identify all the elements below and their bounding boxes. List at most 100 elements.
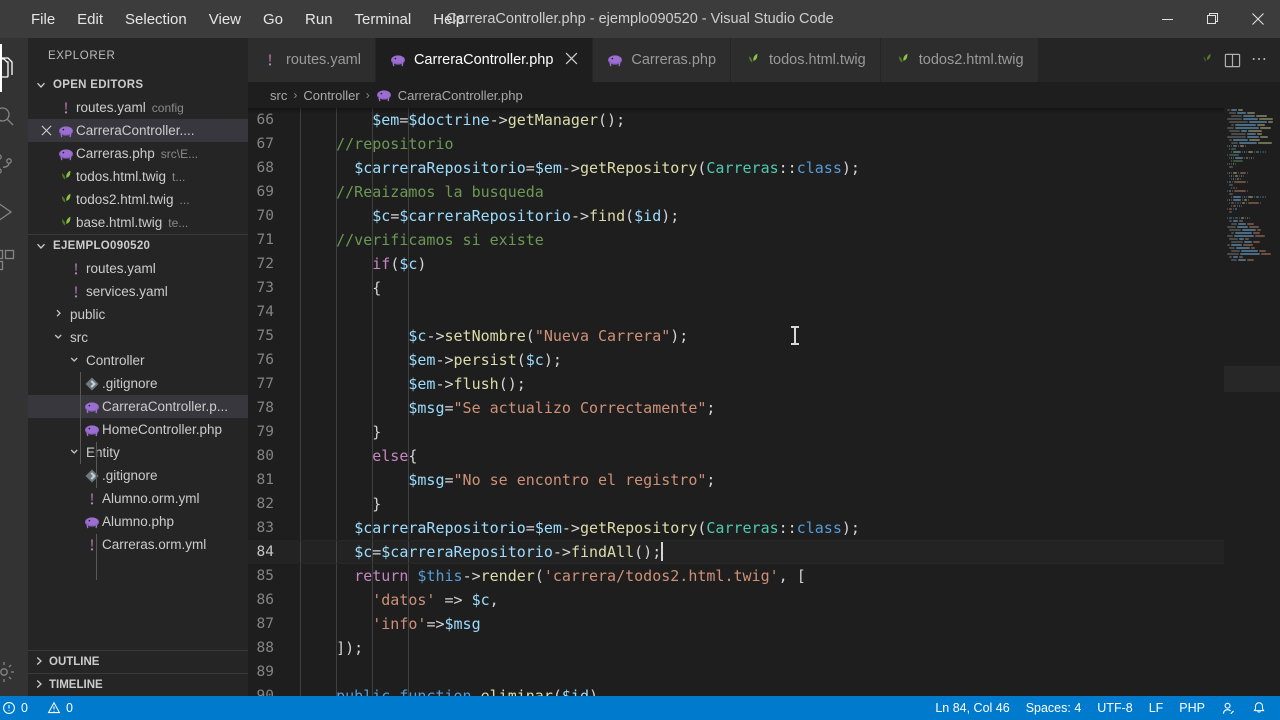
open-editor-item[interactable]: routes.yaml config xyxy=(28,96,248,119)
code-line[interactable]: 88 ]); xyxy=(248,636,1224,660)
split-editor-icon[interactable] xyxy=(1224,52,1241,69)
indentation[interactable]: Spaces: 4 xyxy=(1018,696,1090,720)
editor-tab[interactable]: Carreras.php xyxy=(593,38,732,82)
code-line[interactable]: 75 $c->setNombre("Nueva Carrera"); xyxy=(248,324,1224,348)
code-line[interactable]: 81 $msg="No se encontro el registro"; xyxy=(248,468,1224,492)
code-line[interactable]: 77 $em->flush(); xyxy=(248,372,1224,396)
editor-tab[interactable]: todos2.html.twig xyxy=(880,38,1039,82)
code-line[interactable]: 87 'info'=>$msg xyxy=(248,612,1224,636)
menu-item-view[interactable]: View xyxy=(198,7,252,32)
code-line[interactable]: 85 return $this->render('carrera/todos2.… xyxy=(248,564,1224,588)
tree-file[interactable]: services.yaml xyxy=(28,280,248,303)
open-editor-item[interactable]: Carreras.php src\E... xyxy=(28,142,248,165)
code-line[interactable]: 67 //repositorio xyxy=(248,132,1224,156)
eol[interactable]: LF xyxy=(1141,696,1172,720)
close-icon[interactable] xyxy=(1235,0,1280,38)
tree-file[interactable]: routes.yaml xyxy=(28,257,248,280)
code-line[interactable]: 79 } xyxy=(248,420,1224,444)
tree-folder[interactable]: Entity xyxy=(28,441,248,464)
problems-errors[interactable]: 0 xyxy=(0,696,36,720)
minimap[interactable] xyxy=(1224,108,1280,696)
run-and-debug-icon[interactable] xyxy=(0,188,28,236)
menu-item-terminal[interactable]: Terminal xyxy=(344,7,423,32)
open-editor-item[interactable]: CarreraController.... xyxy=(28,119,248,142)
breadcrumb-item[interactable]: Controller xyxy=(303,88,359,103)
open-editor-item[interactable]: todos2.html.twig... xyxy=(28,188,248,211)
open-editor-item[interactable]: base.html.twig te... xyxy=(28,211,248,234)
minimize-icon[interactable] xyxy=(1145,0,1190,38)
menu-item-file[interactable]: File xyxy=(20,7,66,32)
tree-file[interactable]: CarreraController.p... xyxy=(28,395,248,418)
tree-file[interactable]: Alumno.orm.yml xyxy=(28,487,248,510)
line-number: 86 xyxy=(256,592,274,608)
tree-item-label: Alumno.orm.yml xyxy=(102,491,200,506)
code-token: flush xyxy=(453,375,499,393)
search-icon[interactable] xyxy=(0,92,28,140)
code-line[interactable]: 70 $c=$carreraRepositorio->find($id); xyxy=(248,204,1224,228)
code-line[interactable]: 74 xyxy=(248,300,1224,324)
minimap-slider[interactable] xyxy=(1224,366,1280,392)
timeline-section[interactable]: TIMELINE xyxy=(28,673,248,696)
code-line[interactable]: 72 if($c) xyxy=(248,252,1224,276)
menu-item-go[interactable]: Go xyxy=(252,7,294,32)
language-mode[interactable]: PHP xyxy=(1171,696,1213,720)
source-control-icon[interactable] xyxy=(0,140,28,188)
tree-item-label: Controller xyxy=(86,353,145,368)
code-line[interactable]: 71 //verificamos si existe xyxy=(248,228,1224,252)
code-line[interactable]: 89 xyxy=(248,660,1224,684)
code-line[interactable]: 73 { xyxy=(248,276,1224,300)
menu-item-selection[interactable]: Selection xyxy=(114,7,198,32)
more-actions-icon[interactable]: ⋯ xyxy=(1251,52,1268,68)
code-line[interactable]: 84 $c=$carreraRepositorio->findAll(); xyxy=(248,540,1224,564)
explorer-icon[interactable] xyxy=(0,44,28,92)
tree-file[interactable]: Alumno.php xyxy=(28,510,248,533)
notifications-bell-icon[interactable] xyxy=(1244,696,1274,720)
project-header[interactable]: EJEMPLO090520 xyxy=(28,234,248,257)
menu-item-run[interactable]: Run xyxy=(294,7,344,32)
close-icon[interactable] xyxy=(36,125,56,136)
code-line[interactable]: 66 $em=$doctrine->getManager(); xyxy=(248,108,1224,132)
code-line[interactable]: 69 //Reaizamos la busqueda xyxy=(248,180,1224,204)
code-editor[interactable]: 66 $em=$doctrine->getManager(); 67 //repo… xyxy=(248,108,1224,696)
editor-tab[interactable]: todos.html.twig xyxy=(731,38,881,82)
code-line[interactable]: 68 $carreraRepositorio=$em->getRepositor… xyxy=(248,156,1224,180)
extensions-icon[interactable] xyxy=(0,236,28,284)
code-line[interactable]: 90 public function eliminar($id) xyxy=(248,684,1224,696)
live-share-icon[interactable] xyxy=(1213,696,1244,720)
code-line[interactable]: 78 $msg="Se actualizo Correctamente"; xyxy=(248,396,1224,420)
code-line[interactable]: 86 'datos' => $c, xyxy=(248,588,1224,612)
code-line[interactable]: 82 } xyxy=(248,492,1224,516)
editor-position[interactable]: Ln 84, Col 46 xyxy=(927,696,1017,720)
tree-file[interactable]: HomeController.php xyxy=(28,418,248,441)
tree-item-label: Alumno.php xyxy=(102,514,175,529)
settings-gear-icon[interactable] xyxy=(0,648,28,696)
code-line[interactable]: 80 else{ xyxy=(248,444,1224,468)
open-editors-header[interactable]: OPEN EDITORS xyxy=(28,73,248,96)
open-editor-item[interactable]: todos.html.twig t... xyxy=(28,165,248,188)
editor-tab[interactable]: CarreraController.php xyxy=(375,38,594,82)
problems-warnings[interactable]: 0 xyxy=(39,696,81,720)
restore-icon[interactable] xyxy=(1190,0,1235,38)
code-token: ( xyxy=(625,207,635,225)
php-icon xyxy=(390,52,406,68)
outline-section[interactable]: OUTLINE xyxy=(28,650,248,673)
code-token: $doctrine xyxy=(408,111,490,129)
tree-file[interactable]: .gitignore xyxy=(28,464,248,487)
encoding[interactable]: UTF-8 xyxy=(1089,696,1140,720)
breadcrumb-item[interactable]: CarreraController.php xyxy=(398,88,523,103)
code-token: find xyxy=(589,207,626,225)
code-text: $em->flush(); xyxy=(300,372,1224,396)
breadcrumb-item[interactable]: src xyxy=(270,88,287,103)
menu-item-help[interactable]: Help xyxy=(422,7,475,32)
menu-item-edit[interactable]: Edit xyxy=(66,7,114,32)
tree-file[interactable]: .gitignore xyxy=(28,372,248,395)
tree-file[interactable]: Carreras.orm.yml xyxy=(28,533,248,556)
tab-close-icon[interactable] xyxy=(565,52,578,69)
editor-tab[interactable]: routes.yaml xyxy=(248,38,376,82)
tree-folder[interactable]: public xyxy=(28,303,248,326)
code-line[interactable]: 76 $em->persist($c); xyxy=(248,348,1224,372)
tree-folder[interactable]: Controller xyxy=(28,349,248,372)
code-line[interactable]: 83 $carreraRepositorio=$em->getRepositor… xyxy=(248,516,1224,540)
tree-folder[interactable]: src xyxy=(28,326,248,349)
